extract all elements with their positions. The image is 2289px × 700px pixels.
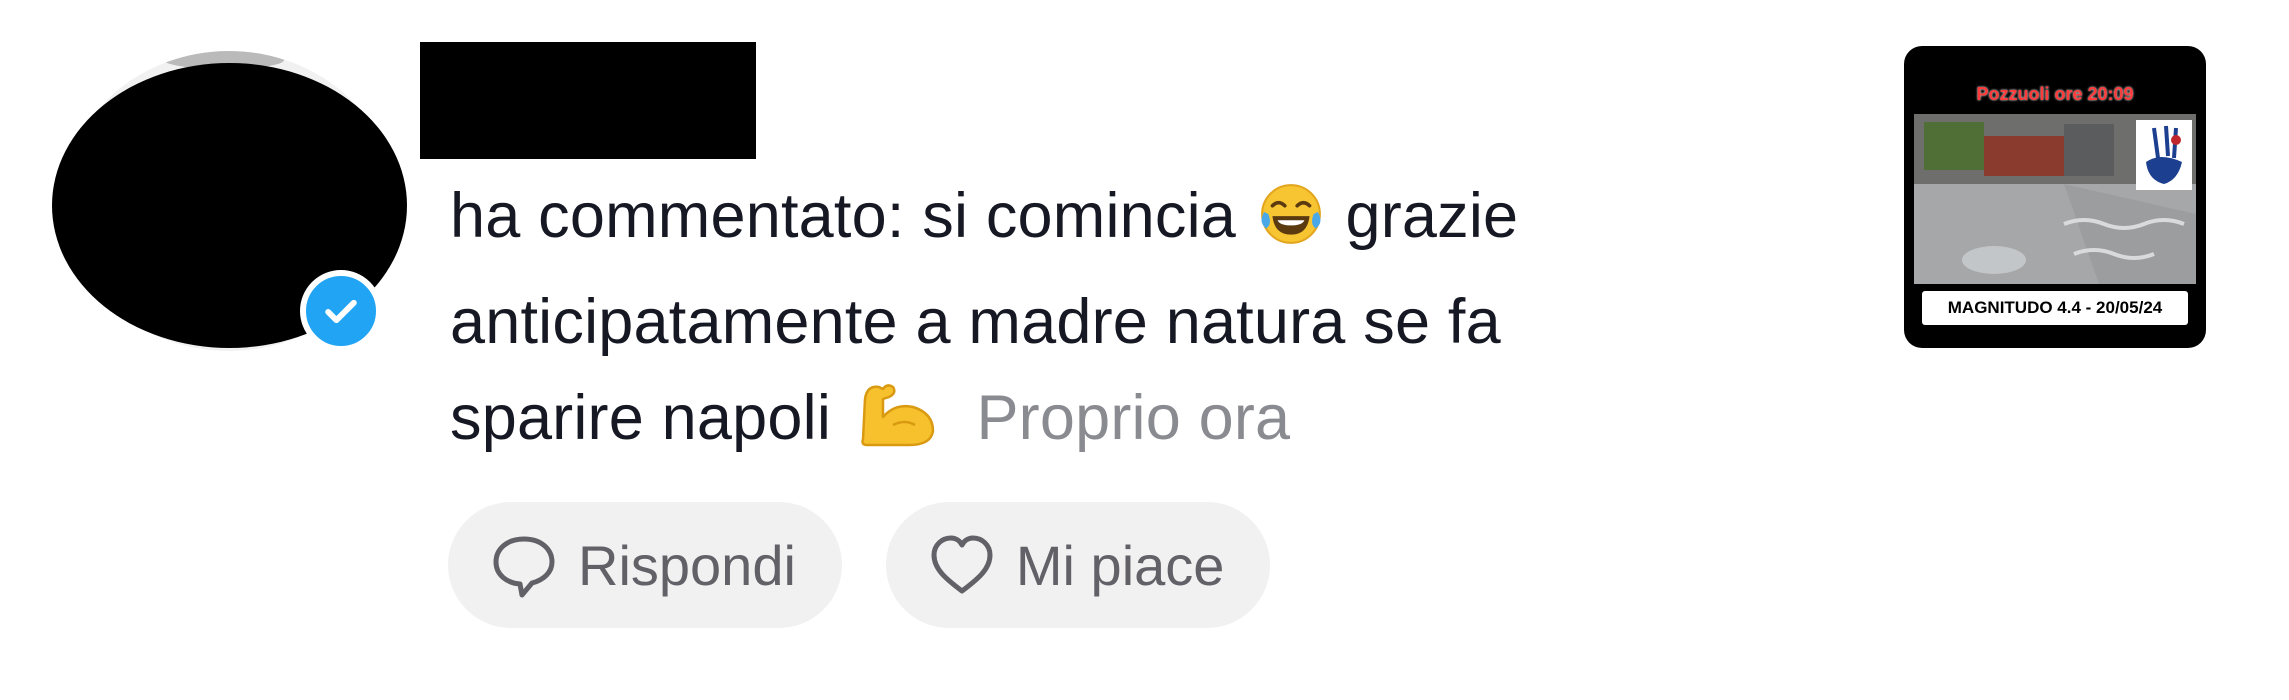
- comment-actions: Rispondi Mi piace: [448, 502, 1271, 628]
- comment-text: ha commentato: si comincia grazie antici…: [450, 168, 1870, 476]
- verified-icon: [300, 270, 382, 352]
- like-button[interactable]: Mi piace: [885, 502, 1271, 628]
- thumbnail-title: Pozzuoli ore 20:09: [1976, 84, 2134, 104]
- video-thumbnail[interactable]: Pozzuoli ore 20:09 MAGNITUDO 4.4 - 20/05…: [1904, 46, 2206, 348]
- reply-button[interactable]: Rispondi: [448, 502, 842, 628]
- comment-line1-tail: grazie: [1345, 181, 1519, 251]
- thumbnail-image: [1914, 114, 2196, 284]
- speech-bubble-icon: [488, 529, 560, 601]
- comment-line1: ha commentato: si comincia: [450, 181, 1237, 251]
- heart-icon: [926, 529, 998, 601]
- face-with-tears-of-joy-icon: [1258, 178, 1324, 274]
- thumbnail-caption: MAGNITUDO 4.4 - 20/05/24: [1922, 291, 2188, 325]
- comment-line2: anticipatamente a madre natura se fa: [450, 287, 1501, 357]
- avatar[interactable]: [52, 45, 412, 365]
- username-redaction[interactable]: [420, 42, 756, 159]
- like-label: Mi piace: [1015, 533, 1225, 597]
- flexed-biceps-icon: [853, 379, 941, 476]
- comment-line3: sparire napoli: [450, 383, 832, 453]
- reply-label: Rispondi: [578, 533, 796, 597]
- comment-timestamp: Proprio ora: [976, 383, 1291, 453]
